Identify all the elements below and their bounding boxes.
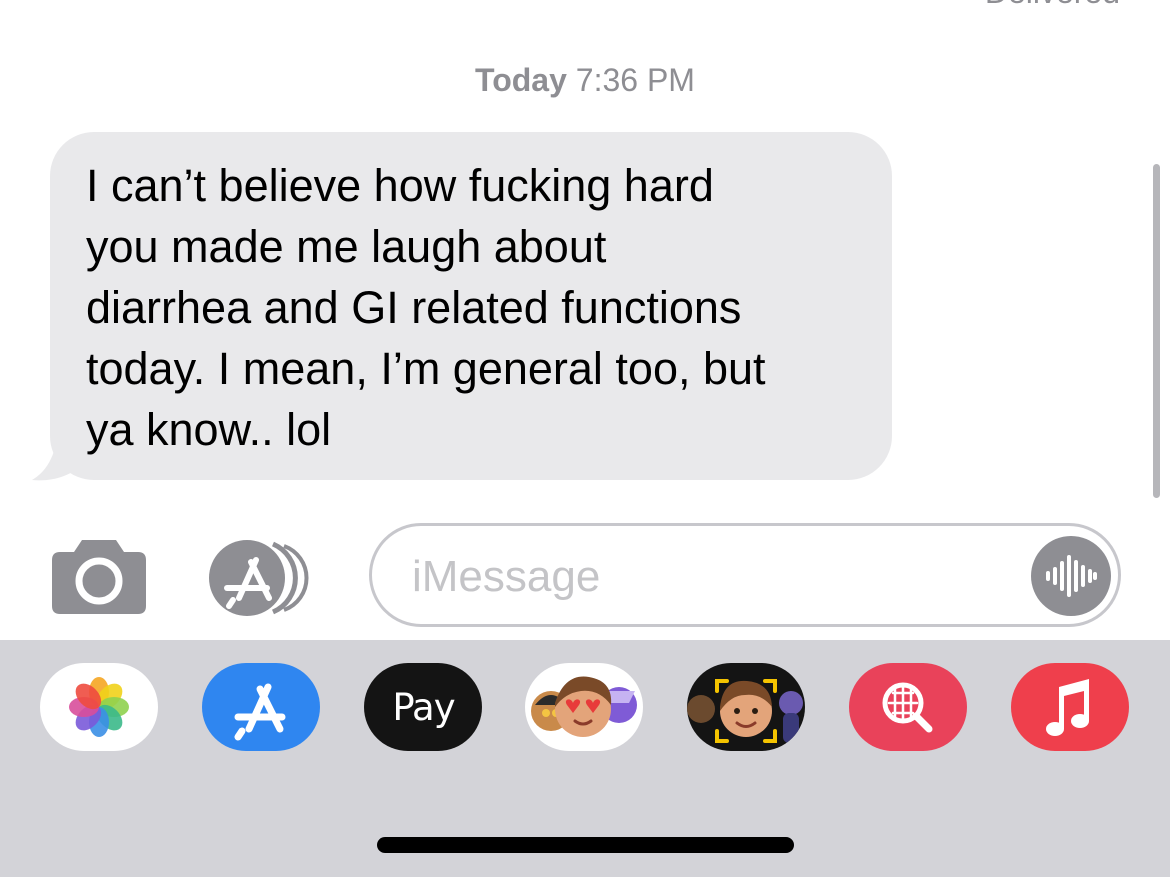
incoming-message-text: I can’t believe how fucking hard you mad… xyxy=(86,160,766,455)
message-timestamp: Today 7:36 PM xyxy=(0,62,1170,99)
apple-pay-app-button[interactable]: Pay xyxy=(364,663,482,751)
bubble-tail xyxy=(32,430,90,481)
app-drawer: Pay xyxy=(0,640,1170,877)
conversation-scrollbar[interactable] xyxy=(1153,164,1160,498)
camera-button[interactable] xyxy=(52,540,146,614)
apple-pay-icon: Pay xyxy=(364,663,482,751)
memoji-stickers-icon xyxy=(531,676,637,737)
memoji-stickers-app-button[interactable] xyxy=(525,663,643,751)
image-search-app-button[interactable] xyxy=(849,663,967,751)
apple-pay-label: Pay xyxy=(392,685,455,729)
timestamp-day: Today xyxy=(475,62,567,98)
audio-message-button[interactable] xyxy=(1031,536,1111,616)
memoji-app-button[interactable] xyxy=(687,663,805,751)
waveform-icon xyxy=(1031,536,1111,616)
timestamp-time: 7:36 PM xyxy=(575,62,695,98)
apps-button[interactable] xyxy=(209,540,319,616)
delivered-status: Delivered xyxy=(985,0,1120,11)
home-indicator[interactable] xyxy=(377,837,794,853)
music-app-button[interactable] xyxy=(1011,663,1129,751)
camera-icon xyxy=(52,540,146,614)
memoji-icon xyxy=(687,679,803,743)
image-search-icon xyxy=(882,682,933,733)
photos-app-button[interactable] xyxy=(40,663,158,751)
imessage-placeholder: iMessage xyxy=(412,552,601,601)
app-store-icon xyxy=(234,683,286,741)
imessage-input[interactable]: iMessage xyxy=(369,523,1121,627)
photos-icon xyxy=(69,677,129,737)
app-store-icon xyxy=(209,540,309,616)
music-note-icon xyxy=(1046,679,1089,736)
app-store-app-button[interactable] xyxy=(202,663,320,751)
